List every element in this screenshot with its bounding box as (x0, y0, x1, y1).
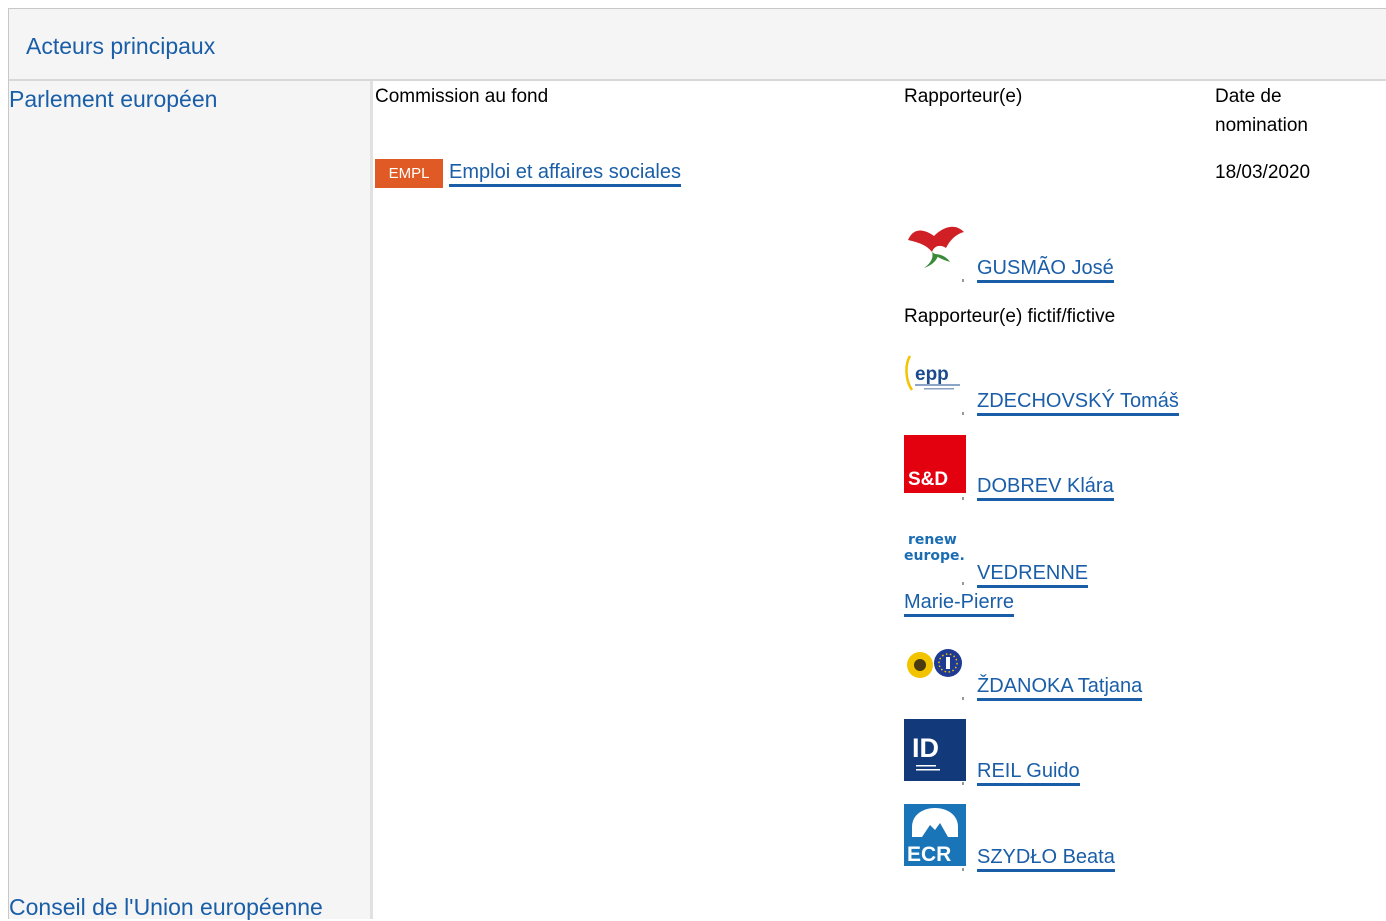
header-committee: Commission au fond (375, 86, 549, 107)
shadow-rapporteur-link[interactable]: ZDECHOVSKÝ Tomáš (977, 390, 1179, 416)
separator-dot (962, 582, 964, 585)
separator-dot (962, 279, 964, 282)
pse-rose-logo-icon (908, 226, 964, 268)
institution-council: Conseil de l'Union européenne (9, 894, 323, 920)
shadow-rapporteur-name: ŽDANOKA Tatjana (977, 672, 1143, 701)
renew-logo-line1: renew (908, 532, 957, 548)
separator-dot (962, 782, 964, 785)
section-header: Acteurs principaux (9, 9, 1386, 81)
institution-column: Parlement européen (9, 81, 370, 919)
id-logo-text: ID (912, 733, 939, 763)
shadow-rapporteur-link[interactable]: SZYDŁO Beata (977, 846, 1115, 872)
shadow-rapporteur-name: REIL Guido (977, 757, 1080, 786)
separator-dot (962, 697, 964, 700)
renew-logo-line2: europe. (904, 548, 965, 564)
shadow-rapporteur-link[interactable]: DOBREV Klára (977, 475, 1114, 501)
shadow-rapporteur-link[interactable]: ŽDANOKA Tatjana (977, 675, 1143, 701)
epp-logo-icon: epp (904, 350, 966, 402)
id-logo-icon: ID (904, 719, 966, 781)
shadow-rapporteur-link-line2[interactable]: Marie-Pierre (904, 591, 1015, 617)
shadow-rapporteur-link[interactable]: VEDRENNE (977, 562, 1089, 588)
separator-dot (962, 412, 964, 415)
section-title: Acteurs principaux (26, 33, 216, 59)
committee-link[interactable]: Emploi et affaires sociales (449, 161, 681, 187)
column-separator (370, 81, 373, 919)
renew-europe-logo-icon: renew europe. (904, 520, 966, 568)
institution-parliament: Parlement européen (9, 86, 218, 112)
shadow-rapporteur-link[interactable]: REIL Guido (977, 760, 1080, 786)
ecr-logo-icon: ECR (904, 804, 966, 866)
rapporteur-link[interactable]: GUSMÃO José (977, 257, 1114, 283)
header-date-line2: nomination (1215, 115, 1308, 136)
header-rapporteur: Rapporteur(e) (904, 86, 1023, 107)
shadow-rapporteur-name: ZDECHOVSKÝ Tomáš (977, 387, 1179, 416)
separator-dot (962, 497, 964, 500)
shadow-rapporteur-name: VEDRENNE (977, 559, 1089, 588)
committee-name-container: Emploi et affaires sociales (449, 158, 681, 187)
sd-logo-icon: S&D (904, 435, 966, 493)
rapporteur-name: GUSMÃO José (977, 254, 1114, 283)
separator-dot (962, 868, 964, 871)
committee-badge: EMPL (375, 159, 443, 188)
ecr-logo-text: ECR (907, 843, 951, 866)
shadow-rapporteur-name: SZYDŁO Beata (977, 843, 1115, 872)
shadow-rapporteur-name-line2: Marie-Pierre (904, 588, 1015, 617)
greens-efa-logo-icon (904, 646, 966, 686)
sd-logo-text: S&D (908, 469, 948, 490)
epp-logo-text: epp (915, 364, 949, 385)
shadow-rapporteur-name: DOBREV Klára (977, 472, 1114, 501)
nomination-date: 18/03/2020 (1215, 162, 1311, 183)
shadow-rapporteur-label: Rapporteur(e) fictif/fictive (904, 306, 1116, 327)
header-date-line1: Date de (1215, 86, 1282, 107)
